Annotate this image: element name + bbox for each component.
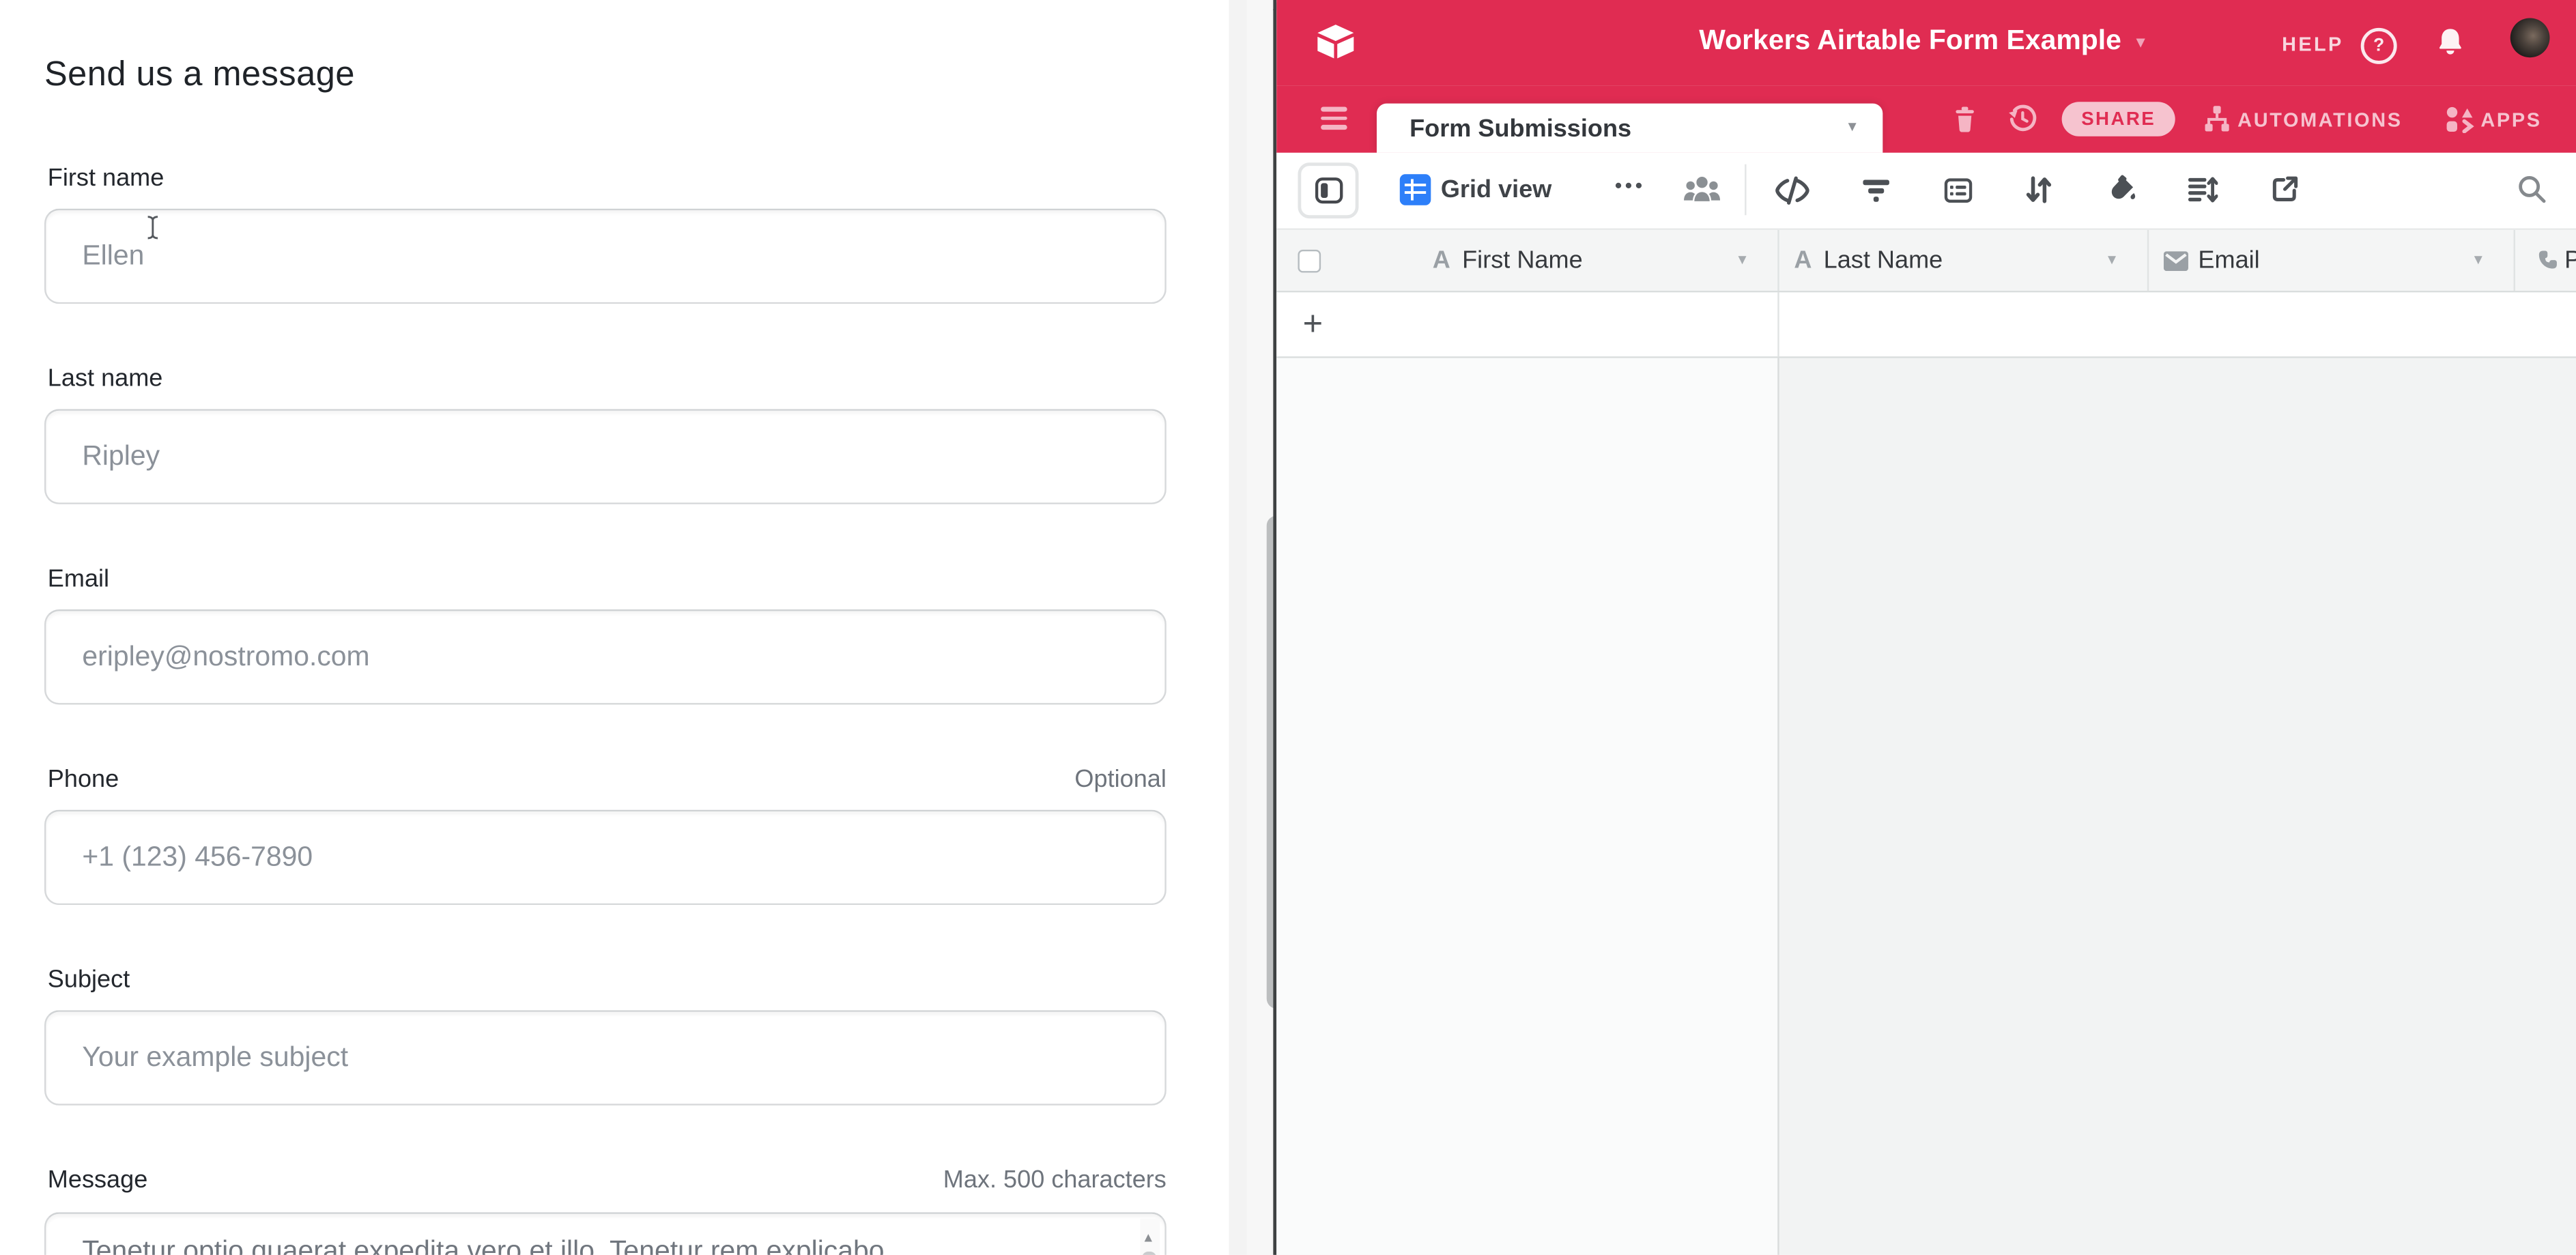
- airtable-pane: Workers Airtable Form Example ▾ HELP ? F…: [1276, 0, 2576, 1255]
- field-email: Email: [44, 565, 1167, 705]
- field-phone: Phone Optional: [44, 766, 1167, 906]
- share-button[interactable]: SHARE: [2062, 102, 2175, 136]
- column-divider: [1777, 358, 1779, 1255]
- select-all-checkbox[interactable]: [1298, 250, 1321, 273]
- tab-form-submissions[interactable]: Form Submissions ▾: [1377, 104, 1883, 153]
- table-header-row: A First Name ▾ A Last Name ▾ Email ▾: [1276, 230, 2576, 292]
- email-input[interactable]: [44, 609, 1167, 705]
- toolbar-divider: [1745, 164, 1746, 216]
- message-text: Tenetur optio quaerat expedita vero et i…: [82, 1235, 1133, 1255]
- add-record-plus-icon[interactable]: +: [1303, 306, 1323, 345]
- view-sidebar-toggle-button[interactable]: [1298, 162, 1358, 218]
- automations-button[interactable]: AUTOMATIONS: [2237, 109, 2402, 132]
- phone-optional-hint: Optional: [1074, 766, 1166, 794]
- field-message: Message Max. 500 characters Tenetur opti…: [44, 1166, 1167, 1255]
- filter-icon[interactable]: [1861, 176, 1891, 205]
- column-caret-icon[interactable]: ▾: [2474, 251, 2482, 269]
- column-caret-icon[interactable]: ▾: [2108, 251, 2116, 269]
- text-field-type-icon: A: [1794, 246, 1812, 274]
- automations-icon[interactable]: [2203, 105, 2231, 133]
- contact-form-pane: Send us a message First name Last name E…: [0, 0, 1229, 1255]
- help-button[interactable]: HELP: [2282, 33, 2344, 56]
- scroll-up-icon[interactable]: ▲: [1142, 1230, 1155, 1245]
- group-icon[interactable]: [1943, 176, 1973, 205]
- apps-button[interactable]: APPS: [2480, 109, 2541, 132]
- column-header-email[interactable]: Email: [2198, 246, 2259, 274]
- base-title[interactable]: Workers Airtable Form Example ▾: [1699, 25, 2145, 57]
- row-height-icon[interactable]: [2187, 174, 2218, 205]
- grid-body: [1276, 358, 2576, 1255]
- message-label: Message: [48, 1166, 148, 1194]
- collaborators-icon[interactable]: [1680, 173, 1723, 205]
- notifications-bell-icon[interactable]: [2435, 27, 2466, 58]
- column-header-first-name[interactable]: First Name: [1462, 246, 1583, 274]
- email-label: Email: [48, 565, 109, 593]
- view-toolbar: Grid view •••: [1276, 153, 2576, 230]
- column-header-phone[interactable]: Phone: [2564, 246, 2576, 274]
- user-avatar[interactable]: [2510, 18, 2550, 57]
- left-pane-gutter: ▲: [1229, 0, 1273, 1255]
- phone-field-type-icon: [2535, 248, 2560, 272]
- search-icon[interactable]: [2517, 174, 2546, 203]
- airtable-logo-icon[interactable]: [1315, 23, 1358, 63]
- last-name-label: Last name: [48, 364, 163, 392]
- sidebar-menu-icon[interactable]: [1321, 106, 1347, 134]
- column-divider[interactable]: [2514, 230, 2515, 291]
- grid-body-first-column-area: [1276, 358, 1777, 1255]
- column-header-last-name[interactable]: Last Name: [1824, 246, 1943, 274]
- last-name-input[interactable]: [44, 409, 1167, 504]
- form-title: Send us a message: [44, 56, 355, 96]
- sort-icon[interactable]: [2024, 174, 2053, 205]
- column-divider[interactable]: [2147, 230, 2149, 291]
- column-caret-icon[interactable]: ▾: [1738, 251, 1746, 269]
- phone-label: Phone: [48, 766, 119, 794]
- tab-label: Form Submissions: [1409, 115, 1631, 143]
- column-divider: [1777, 292, 1779, 356]
- base-title-caret-icon: ▾: [2136, 31, 2145, 52]
- sidebar-toggle-icon: [1313, 176, 1343, 205]
- text-field-type-icon: A: [1433, 246, 1450, 274]
- first-name-label: First name: [48, 164, 164, 192]
- table-tabs-bar: Form Submissions ▾ SHARE: [1276, 85, 2576, 153]
- view-name[interactable]: Grid view: [1441, 176, 1552, 204]
- hide-fields-icon[interactable]: [1774, 176, 1810, 205]
- subject-input[interactable]: [44, 1010, 1167, 1106]
- trash-icon[interactable]: [1951, 105, 1978, 133]
- color-icon[interactable]: [2106, 174, 2138, 205]
- history-icon[interactable]: [2007, 104, 2037, 133]
- base-title-text: Workers Airtable Form Example: [1699, 25, 2121, 57]
- field-last-name: Last name: [44, 364, 1167, 504]
- first-name-input[interactable]: [44, 209, 1167, 304]
- help-question-icon[interactable]: ?: [2361, 28, 2397, 64]
- message-textarea[interactable]: Tenetur optio quaerat expedita vero et i…: [44, 1212, 1167, 1255]
- view-options-ellipsis[interactable]: •••: [1615, 174, 1646, 197]
- page-scrollbar[interactable]: ▲: [1247, 0, 1272, 1255]
- screen: Send us a message First name Last name E…: [0, 0, 2576, 1255]
- email-field-type-icon: [2164, 251, 2188, 271]
- field-subject: Subject: [44, 966, 1167, 1106]
- phone-input[interactable]: [44, 810, 1167, 906]
- share-view-icon[interactable]: [2270, 174, 2300, 203]
- message-max-chars-hint: Max. 500 characters: [943, 1166, 1167, 1194]
- column-divider[interactable]: [1777, 230, 1779, 291]
- airtable-topbar: Workers Airtable Form Example ▾ HELP ?: [1276, 0, 2576, 85]
- message-scrollbar[interactable]: ▲: [1140, 1219, 1160, 1255]
- grid-view-icon[interactable]: [1400, 174, 1431, 205]
- subject-label: Subject: [48, 966, 130, 994]
- message-scrollbar-thumb[interactable]: [1142, 1252, 1157, 1255]
- tab-caret-icon[interactable]: ▾: [1848, 118, 1857, 136]
- text-cursor-pointer: [146, 215, 159, 240]
- apps-icon[interactable]: [2444, 105, 2474, 133]
- add-record-row[interactable]: +: [1276, 292, 2576, 358]
- field-first-name: First name: [44, 164, 1167, 304]
